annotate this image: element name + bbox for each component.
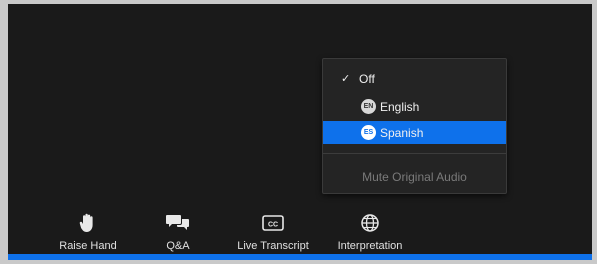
screenshot-frame: ✓ Off EN English ES Spanish Mute Origina… [0,0,597,264]
closed-caption-icon: CC [262,211,284,235]
menu-item-spanish[interactable]: ES Spanish [323,121,506,144]
menu-item-off-label: Off [359,71,375,86]
raise-hand-label: Raise Hand [59,240,117,252]
menu-item-english-label: English [380,99,420,114]
menu-item-off[interactable]: ✓ Off [323,67,506,90]
mute-original-audio-label: Mute Original Audio [362,169,467,184]
qa-button[interactable]: Q&A [156,211,200,252]
interpretation-menu: ✓ Off EN English ES Spanish Mute Origina… [322,58,507,194]
meeting-toolbar: Raise Hand Q&A CC Live Transcript Interp… [8,202,592,252]
menu-item-spanish-label: Spanish [380,125,424,140]
live-transcript-label: Live Transcript [237,240,309,252]
qa-icon [166,211,190,235]
qa-label: Q&A [166,240,190,252]
svg-text:CC: CC [268,222,278,229]
spanish-language-icon: ES [361,125,376,140]
checkmark-icon: ✓ [341,73,351,85]
english-language-icon: EN [361,99,376,114]
bottom-accent-bar [8,254,592,260]
globe-icon [360,211,380,235]
menu-divider [323,153,506,154]
raise-hand-button[interactable]: Raise Hand [54,211,122,252]
live-transcript-button[interactable]: CC Live Transcript [230,211,316,252]
menu-item-mute-original-audio[interactable]: Mute Original Audio [323,165,506,188]
interpretation-button[interactable]: Interpretation [328,211,412,252]
interpretation-label: Interpretation [337,240,403,252]
menu-item-english[interactable]: EN English [323,95,506,118]
meeting-window: ✓ Off EN English ES Spanish Mute Origina… [8,4,592,260]
raise-hand-icon [79,211,97,235]
